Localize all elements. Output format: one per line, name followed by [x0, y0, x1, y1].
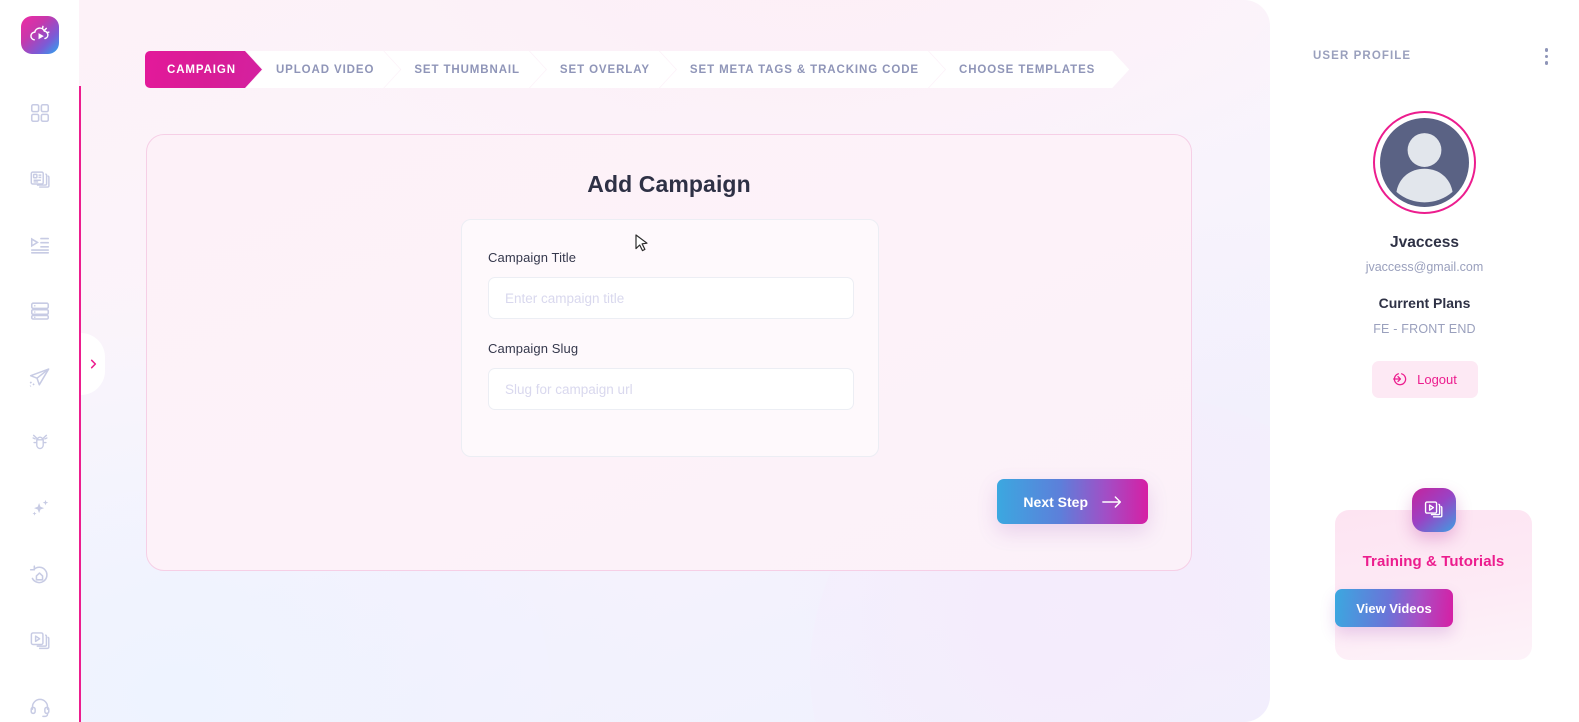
- dot: [1544, 54, 1548, 58]
- sidebar-item-sparkle[interactable]: [25, 494, 55, 524]
- dot: [1544, 61, 1548, 65]
- rotate-home-icon: [29, 564, 48, 583]
- view-videos-button[interactable]: View Videos: [1335, 589, 1453, 627]
- user-silhouette-icon: [1396, 132, 1453, 202]
- video-slides-icon: [1411, 488, 1456, 532]
- support-headset-icon: [29, 698, 50, 718]
- logout-button[interactable]: Logout: [1371, 360, 1478, 398]
- app-logo[interactable]: [20, 16, 59, 54]
- campaign-slug-input[interactable]: [488, 368, 854, 410]
- user-name: Jvaccess: [1390, 233, 1459, 251]
- logout-label: Logout: [1417, 371, 1457, 387]
- sidebar-item-campaigns[interactable]: [25, 164, 55, 194]
- campaign-form: Campaign Title Campaign Slug: [461, 219, 879, 457]
- step-upload-video[interactable]: UPLOAD VIDEO: [246, 51, 400, 88]
- user-profile-panel: USER PROFILE Jvaccess jvaccess@gmail.com…: [1270, 0, 1579, 722]
- sparkle-icon: [31, 499, 48, 516]
- campaign-title-input[interactable]: [488, 277, 854, 319]
- sidebar-item-video-library[interactable]: [25, 626, 55, 656]
- sidebar-item-bug[interactable]: [25, 428, 55, 458]
- step-label: SET THUMBNAIL: [414, 63, 520, 76]
- left-icon-rail: [0, 0, 79, 722]
- app-logo-mark: [30, 25, 50, 41]
- step-label: CAMPAIGN: [167, 63, 236, 76]
- bug-icon: [31, 434, 48, 450]
- training-tutorials-title: Training & Tutorials: [1362, 553, 1505, 570]
- sidebar-item-dashboard[interactable]: [25, 98, 55, 128]
- main-canvas: CAMPAIGN UPLOAD VIDEO SET THUMBNAIL SET …: [79, 0, 1270, 722]
- profile-panel-title: USER PROFILE: [1313, 50, 1412, 63]
- more-vertical-icon[interactable]: [1544, 48, 1548, 65]
- sidebar-divider: [79, 86, 81, 722]
- dot: [1544, 48, 1548, 52]
- campaigns-icon: [30, 171, 50, 188]
- chevron-right-icon: [90, 359, 96, 369]
- campaign-slug-label: Campaign Slug: [488, 341, 579, 356]
- arrow-right-icon: [1102, 495, 1122, 508]
- step-label: SET META TAGS & TRACKING CODE: [689, 63, 919, 76]
- campaign-stepper: CAMPAIGN UPLOAD VIDEO SET THUMBNAIL SET …: [145, 51, 1129, 88]
- sidebar-item-server[interactable]: [25, 296, 55, 326]
- step-label: UPLOAD VIDEO: [275, 63, 375, 76]
- step-label: CHOOSE TEMPLATES: [958, 63, 1096, 76]
- sidebar-item-send[interactable]: [25, 362, 55, 392]
- profile-panel-header: USER PROFILE: [1270, 0, 1579, 65]
- sidebar-nav: [25, 98, 55, 722]
- sidebar-item-rotate-home[interactable]: [25, 560, 55, 590]
- video-library-icon: [30, 632, 50, 650]
- send-icon: [29, 367, 50, 387]
- user-email: jvaccess@gmail.com: [1365, 259, 1484, 274]
- current-plans-title: Current Plans: [1378, 294, 1471, 311]
- next-step-button[interactable]: Next Step: [997, 479, 1148, 524]
- sidebar-item-support[interactable]: [25, 692, 55, 722]
- campaign-title-label: Campaign Title: [488, 250, 577, 265]
- video-slides-glyph: [1424, 501, 1442, 518]
- logout-icon: [1393, 373, 1407, 386]
- step-set-overlay[interactable]: SET OVERLAY: [530, 51, 676, 88]
- sidebar-item-playlist[interactable]: [25, 230, 55, 260]
- step-set-meta-tags[interactable]: SET META TAGS & TRACKING CODE: [660, 51, 945, 88]
- step-campaign[interactable]: CAMPAIGN: [145, 51, 262, 88]
- avatar-ring: [1373, 110, 1476, 214]
- step-set-thumbnail[interactable]: SET THUMBNAIL: [384, 51, 546, 88]
- step-choose-templates[interactable]: CHOOSE TEMPLATES: [929, 51, 1129, 88]
- current-plans-value: FE - FRONT END: [1373, 321, 1476, 336]
- avatar[interactable]: [1380, 117, 1469, 207]
- add-campaign-card: Add Campaign Campaign Title Campaign Slu…: [146, 134, 1192, 571]
- next-step-label: Next Step: [1023, 493, 1088, 510]
- playlist-icon: [30, 237, 49, 254]
- server-icon: [30, 302, 49, 320]
- training-tutorials-card: Training & Tutorials View Videos: [1335, 488, 1532, 660]
- page-title: Add Campaign: [587, 171, 751, 197]
- step-label: SET OVERLAY: [559, 63, 650, 76]
- dashboard-icon: [30, 103, 49, 123]
- app-root: CAMPAIGN UPLOAD VIDEO SET THUMBNAIL SET …: [0, 0, 1579, 722]
